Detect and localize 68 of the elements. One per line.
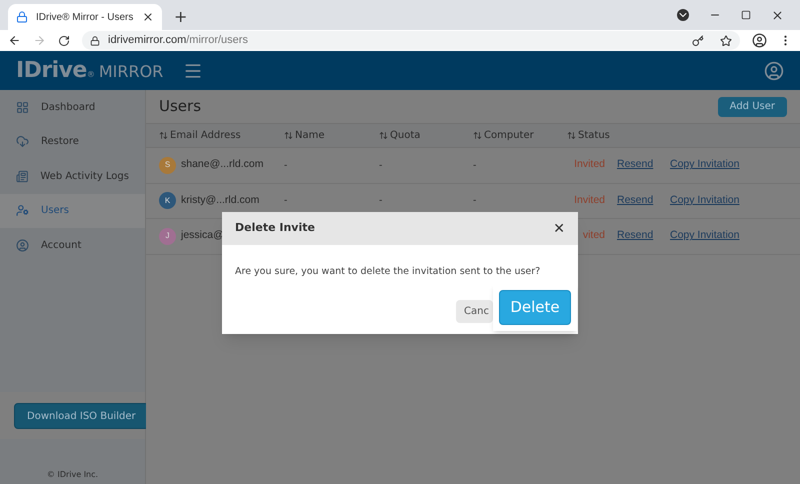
computer-cell: - [473, 160, 476, 171]
sort-icon [473, 131, 482, 140]
sidebar-item[interactable]: Users [0, 194, 145, 228]
close-window-icon[interactable] [771, 8, 784, 22]
sidebar-item-icon [16, 170, 28, 183]
address-bar[interactable]: idrivemirror.com/mirror/users [82, 31, 740, 50]
tab-search-icon[interactable] [677, 9, 689, 21]
sidebar-item-icon [16, 204, 29, 218]
new-tab-button[interactable]: + [162, 4, 200, 30]
delete-button[interactable]: Delete [499, 290, 571, 325]
sort-icon [159, 131, 168, 140]
user-avatar: K [159, 192, 176, 210]
browser-tab[interactable]: IDrive® Mirror - Users [8, 4, 162, 30]
copy-invitation-link[interactable]: Copy Invitation [670, 228, 740, 244]
email-cell-text: kristy@...rld.com [181, 192, 260, 208]
quota-cell: - [379, 160, 382, 171]
sidebar-item[interactable]: Web Activity Logs [0, 159, 145, 194]
account-icon[interactable] [764, 60, 784, 80]
sort-icon [284, 131, 293, 140]
resend-link[interactable]: Resend [617, 192, 670, 209]
column-header[interactable]: Computer [473, 128, 567, 143]
lock-icon [90, 36, 100, 46]
cancel-button[interactable]: Canc [456, 300, 493, 323]
sidebar-item-icon [16, 238, 29, 252]
column-header[interactable]: Status [567, 128, 667, 143]
email-cell-text: shane@...rld.com [181, 157, 264, 172]
sidebar-item[interactable]: Restore [0, 124, 145, 159]
bookmark-star-icon[interactable] [720, 34, 732, 46]
email-cell-text: jessica@ [181, 228, 224, 244]
reload-icon[interactable] [58, 34, 70, 46]
tab-favicon-icon [16, 11, 28, 23]
download-iso-builder-button[interactable]: Download ISO Builder [14, 403, 149, 429]
sidebar-item-icon [16, 135, 29, 148]
sort-icon [379, 131, 388, 140]
column-header[interactable]: Email Address [159, 128, 284, 143]
url-text: idrivemirror.com/mirror/users [108, 33, 248, 48]
dialog-message: Are you sure, you want to delete the invitation sent to the user? [235, 266, 540, 277]
copyright-text: © IDrive Inc. [46, 469, 98, 481]
back-icon[interactable] [8, 34, 21, 47]
resend-link[interactable]: Resend [617, 157, 670, 174]
resend-link[interactable]: Resend [617, 228, 670, 244]
status-cell-text: Invited [574, 192, 605, 208]
status-cell-text: Invited [574, 157, 605, 172]
computer-cell: - [473, 195, 476, 206]
name-cell: - [284, 160, 288, 171]
copy-invitation-link[interactable]: Copy Invitation [670, 157, 740, 174]
user-avatar: J [159, 228, 176, 245]
tab-title: IDrive® Mirror - Users [36, 10, 134, 24]
quota-cell: - [379, 195, 382, 206]
dialog-title: Delete Invite [235, 220, 315, 236]
page-title: Users [159, 96, 202, 118]
sidebar-item[interactable]: Account [0, 228, 145, 262]
add-user-button[interactable]: Add User [718, 96, 787, 116]
profile-avatar-icon[interactable] [752, 33, 767, 48]
maximize-icon[interactable] [741, 10, 751, 20]
column-header[interactable]: Name [284, 128, 379, 143]
key-icon[interactable] [692, 34, 704, 46]
name-cell: - [284, 195, 288, 206]
sidebar-item-icon [16, 100, 29, 114]
copy-invitation-link[interactable]: Copy Invitation [670, 192, 740, 209]
status-cell-text: vited [582, 228, 605, 244]
sidebar-item[interactable]: Dashboard [0, 90, 145, 124]
close-button[interactable]: ✕ [553, 222, 565, 236]
sort-icon [567, 131, 576, 140]
idrive-mirror-logo: IDrive® MIRROR [16, 57, 164, 85]
user-avatar: S [159, 156, 176, 174]
column-header[interactable]: Quota [379, 128, 473, 143]
close-tab-icon[interactable] [142, 11, 154, 23]
